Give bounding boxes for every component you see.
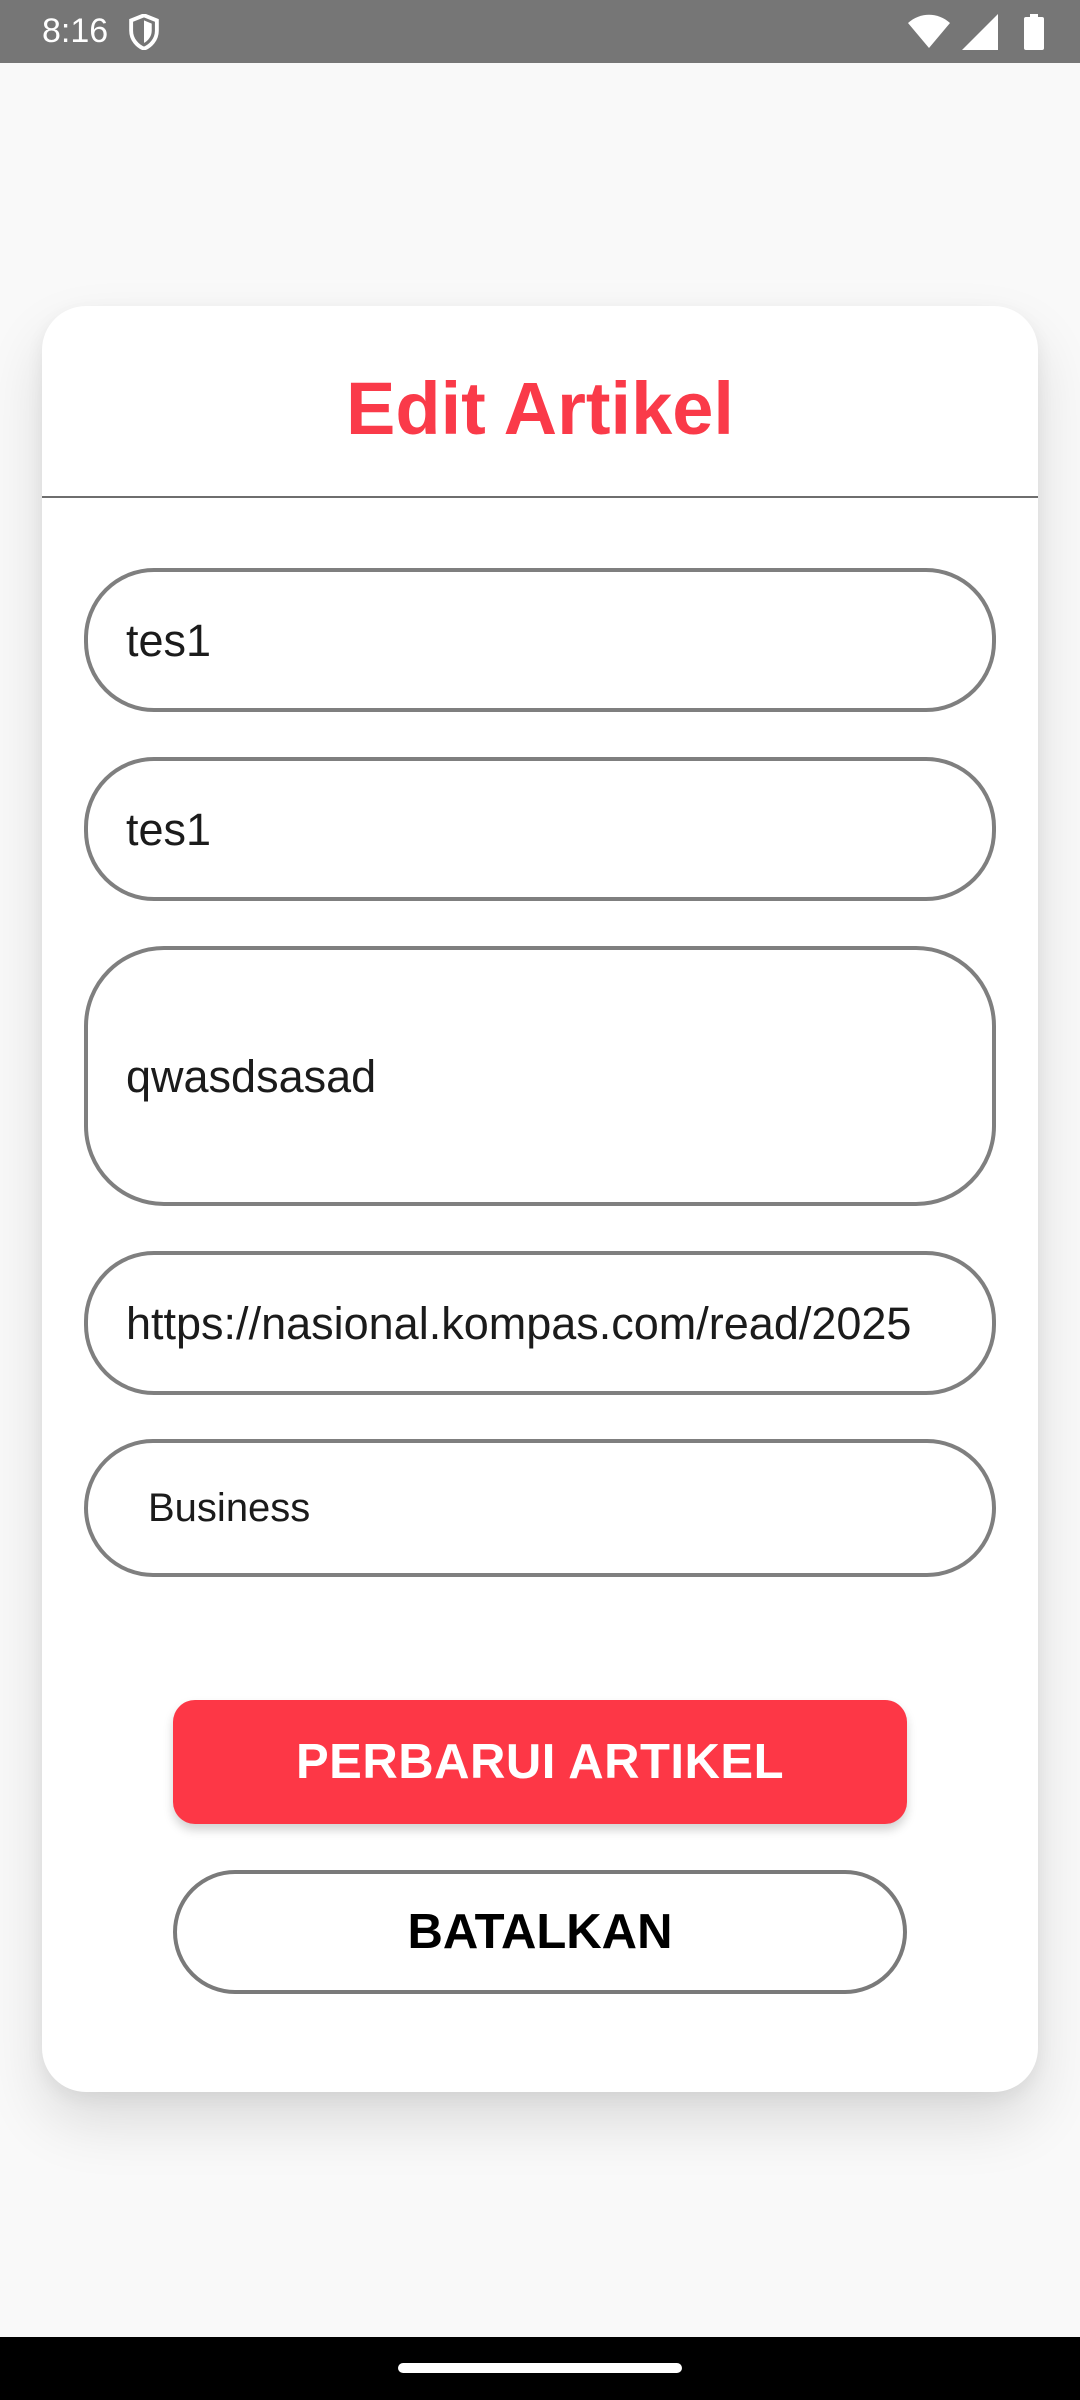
- author-field[interactable]: tes1: [84, 757, 996, 901]
- status-bar: 8:16: [0, 0, 1080, 63]
- content-field[interactable]: qwasdsasad: [84, 946, 996, 1206]
- wifi-icon: [908, 14, 950, 48]
- title-field-value: tes1: [126, 615, 212, 666]
- title-divider: [42, 496, 1038, 498]
- title-field[interactable]: tes1: [84, 568, 996, 712]
- cancel-button[interactable]: BATALKAN: [173, 1870, 907, 1994]
- shield-icon: [129, 14, 159, 50]
- edit-article-dialog: Edit Artikel tes1 tes1 qwasdsasad https:…: [42, 306, 1038, 2092]
- status-time: 8:16: [42, 12, 109, 50]
- battery-icon: [1024, 14, 1044, 50]
- home-gesture-handle[interactable]: [398, 2363, 682, 2373]
- content-field-value: qwasdsasad: [126, 1051, 377, 1102]
- dialog-title: Edit Artikel: [346, 367, 734, 450]
- url-field[interactable]: https://nasional.kompas.com/read/2025: [84, 1251, 996, 1395]
- category-select-value: Business: [148, 1486, 311, 1530]
- category-select[interactable]: Business: [84, 1439, 996, 1577]
- url-field-value: https://nasional.kompas.com/read/2025: [126, 1298, 912, 1349]
- update-article-button[interactable]: PERBARUI ARTIKEL: [173, 1700, 907, 1824]
- author-field-value: tes1: [126, 804, 212, 855]
- signal-icon: [962, 14, 998, 50]
